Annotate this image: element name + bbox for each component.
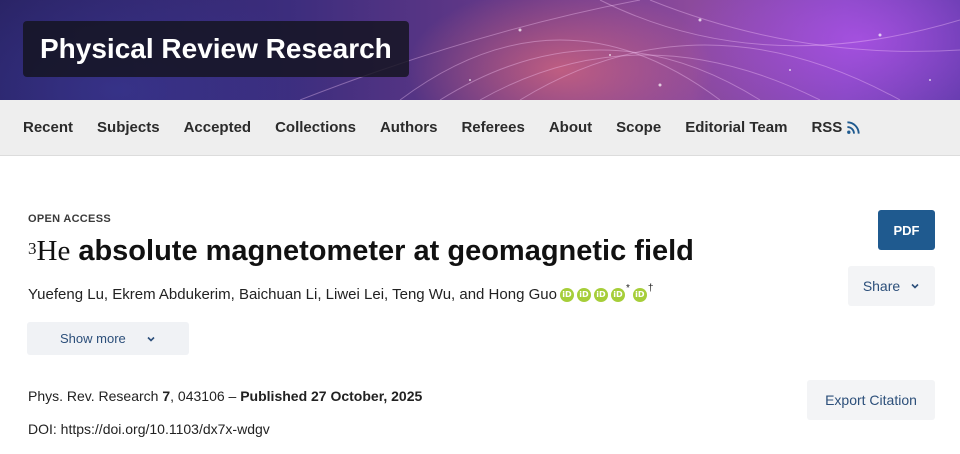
journal-banner: Physical Review Research	[0, 0, 960, 100]
citation-line: Phys. Rev. Research 7, 043106 – Publishe…	[28, 388, 422, 404]
export-citation-button[interactable]: Export Citation	[807, 380, 935, 420]
chevron-down-icon	[911, 283, 919, 289]
nav-item-recent[interactable]: Recent	[23, 119, 73, 136]
nav-item-scope[interactable]: Scope	[616, 119, 661, 136]
orcid-icon[interactable]: iD	[576, 287, 591, 302]
title-helium-3: 3He	[28, 235, 70, 267]
authors-text: Yuefeng Lu, Ekrem Abdukerim, Baichuan Li…	[28, 286, 557, 303]
nav-item-subjects[interactable]: Subjects	[97, 119, 160, 136]
doi[interactable]: DOI: https://doi.org/10.1103/dx7x-wdgv	[28, 421, 270, 437]
rss-icon	[847, 121, 860, 134]
title-text: absolute magnetometer at geomagnetic fie…	[78, 235, 694, 267]
corresponding-author-mark[interactable]: *	[626, 283, 630, 294]
open-access-label: OPEN ACCESS	[28, 213, 111, 225]
nav-item-editorial-team[interactable]: Editorial Team	[685, 119, 787, 136]
journal-abbrev: Phys. Rev. Research	[28, 388, 159, 404]
show-more-label: Show more	[60, 331, 126, 346]
author-list: Yuefeng Lu, Ekrem Abdukerim, Baichuan Li…	[28, 283, 654, 303]
affiliation-mark[interactable]: †	[648, 283, 654, 294]
pdf-button[interactable]: PDF	[878, 210, 935, 250]
orcid-icon[interactable]: iD	[610, 287, 625, 302]
element-symbol: He	[36, 235, 71, 267]
main-nav: Recent Subjects Accepted Collections Aut…	[0, 100, 960, 156]
article-number: , 043106 –	[170, 388, 241, 404]
nav-item-collections[interactable]: Collections	[275, 119, 356, 136]
volume: 7	[162, 388, 171, 404]
nav-item-rss-label: RSS	[811, 119, 843, 136]
orcid-icon[interactable]: iD	[593, 287, 608, 302]
article-title: 3He absolute magnetometer at geomagnetic …	[28, 231, 694, 271]
isotope-mass: 3	[28, 239, 37, 258]
nav-item-authors[interactable]: Authors	[380, 119, 438, 136]
share-button[interactable]: Share	[848, 266, 935, 306]
share-label: Share	[862, 278, 901, 294]
nav-item-rss[interactable]: RSS	[811, 119, 861, 136]
nav-item-accepted[interactable]: Accepted	[184, 119, 252, 136]
show-more-button[interactable]: Show more	[27, 322, 189, 355]
published-date: Published 27 October, 2025	[240, 388, 423, 404]
chevron-down-icon	[147, 336, 155, 342]
orcid-icon[interactable]: iD	[632, 287, 647, 302]
nav-item-about[interactable]: About	[549, 119, 592, 136]
nav-item-referees[interactable]: Referees	[461, 119, 524, 136]
journal-title[interactable]: Physical Review Research	[23, 21, 409, 77]
orcid-icon[interactable]: iD	[559, 287, 574, 302]
